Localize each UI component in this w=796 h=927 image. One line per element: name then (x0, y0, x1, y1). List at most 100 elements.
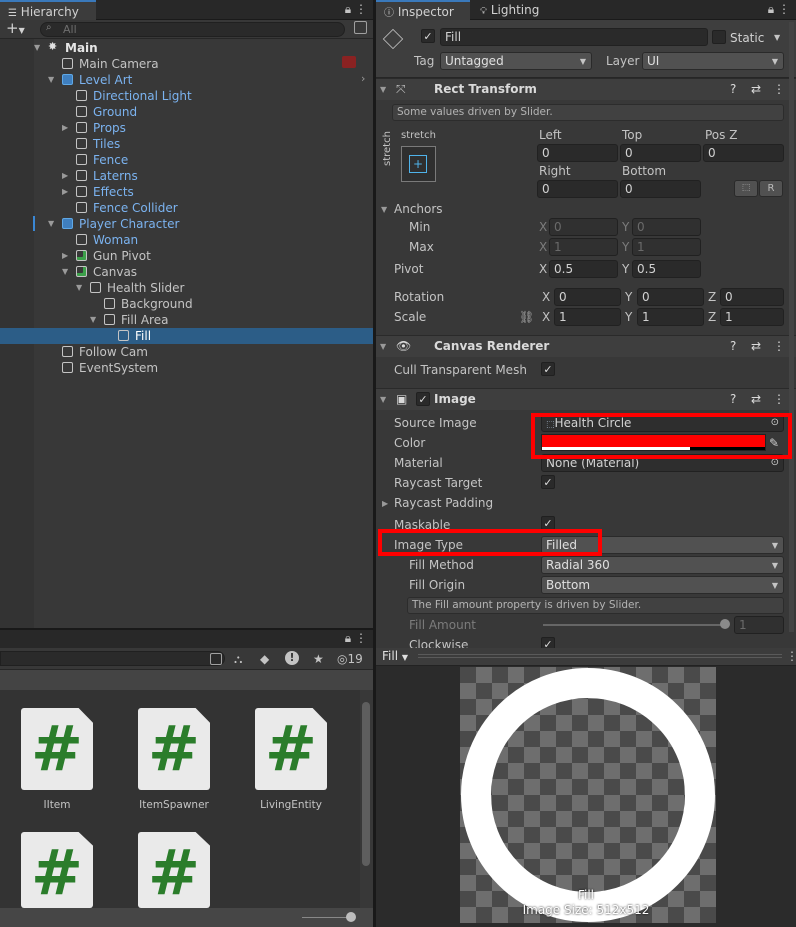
hierarchy-item[interactable]: ▶ Props (0, 120, 373, 136)
hierarchy-item[interactable]: Background (0, 296, 373, 312)
static-dropdown-icon[interactable]: ▼ (774, 30, 780, 46)
scale-y-field[interactable]: 1 (637, 308, 704, 326)
right-field[interactable]: 0 (537, 180, 618, 198)
hierarchy-item[interactable]: ▶ Effects (0, 184, 373, 200)
preview-drag-handle[interactable] (418, 654, 782, 658)
scene-visibility-icon[interactable] (342, 56, 356, 68)
tag-dropdown[interactable]: Untagged (440, 52, 592, 70)
lock-icon[interactable]: 🔒︎ (345, 2, 351, 16)
help-icon[interactable]: ? (730, 336, 736, 357)
hierarchy-item[interactable]: Fence Collider (0, 200, 373, 216)
hierarchy-item[interactable]: Ground (0, 104, 373, 120)
raycast-target-checkbox[interactable]: ✓ (541, 475, 555, 489)
expand-arrow-down-icon[interactable]: ▼ (48, 216, 54, 232)
warning-icon[interactable]: ! (285, 651, 299, 665)
help-icon[interactable]: ? (730, 79, 736, 100)
active-checkbox[interactable]: ✓ (421, 29, 435, 43)
rect-transform-header[interactable]: ▼ ⤧ Rect Transform ? ⇄ ⋮ (376, 78, 796, 100)
inspector-scrollbar[interactable] (789, 22, 794, 632)
raw-edit-button[interactable]: R (759, 180, 783, 197)
expand-arrow-right-icon[interactable]: ▶ (62, 248, 68, 264)
script-asset-icon[interactable]: # (21, 708, 93, 790)
expand-arrow-down-icon[interactable]: ▼ (48, 72, 54, 88)
left-field[interactable]: 0 (537, 144, 618, 162)
object-name-field[interactable]: Fill (440, 28, 708, 46)
scale-z-field[interactable]: 1 (720, 308, 784, 326)
component-menu-icon[interactable]: ⋮ (773, 389, 785, 410)
hierarchy-item[interactable]: Woman (0, 232, 373, 248)
hierarchy-item[interactable]: ▼ Health Slider (0, 280, 373, 296)
hierarchy-item[interactable]: EventSystem (0, 360, 373, 376)
filter-type-icon[interactable]: ⛬ (234, 652, 242, 666)
more-menu-icon[interactable]: ⋮ (786, 649, 796, 663)
presets-icon[interactable]: ⇄ (751, 79, 761, 100)
lock-icon[interactable]: 🔒︎ (345, 631, 351, 645)
hierarchy-item[interactable]: ▼ Fill Area (0, 312, 373, 328)
more-menu-icon[interactable]: ⋮ (355, 631, 367, 645)
script-asset-icon[interactable]: # (255, 708, 327, 790)
expand-arrow-right-icon[interactable]: ▶ (62, 168, 68, 184)
hierarchy-item[interactable]: ▼ Level Art (0, 72, 373, 88)
hidden-visibility-icon[interactable]: ◎19 (337, 652, 363, 666)
preview-object-dropdown[interactable]: Fill ▼ (382, 649, 408, 663)
icon-size-slider-thumb[interactable] (346, 912, 356, 922)
hierarchy-item[interactable]: Tiles (0, 136, 373, 152)
hierarchy-item[interactable]: ▼ Canvas (0, 264, 373, 280)
asset-grid-scrollbar[interactable] (362, 702, 370, 866)
tab-lighting[interactable]: 💡︎ Lighting (472, 0, 562, 20)
hierarchy-item[interactable]: ▼ ✸ Main (0, 40, 373, 56)
hierarchy-item[interactable]: Directional Light (0, 88, 373, 104)
constrain-proportions-icon[interactable]: ⛓ (519, 309, 534, 325)
canvas-renderer-header[interactable]: ▼ 👁︎ Canvas Renderer ? ⇄ ⋮ (376, 335, 796, 357)
top-field[interactable]: 0 (620, 144, 701, 162)
expand-arrow-right-icon[interactable]: ▶ (62, 120, 68, 136)
expand-arrow-down-icon[interactable]: ▼ (90, 312, 96, 328)
script-asset-icon[interactable]: # (21, 832, 93, 908)
lock-icon[interactable]: 🔒︎ (768, 2, 774, 16)
presets-icon[interactable]: ⇄ (751, 336, 761, 357)
script-asset-icon[interactable]: # (138, 708, 210, 790)
pivot-y-field[interactable]: 0.5 (632, 260, 701, 278)
static-checkbox[interactable] (712, 30, 726, 44)
hierarchy-item[interactable]: Fence (0, 152, 373, 168)
hierarchy-item[interactable]: Follow Cam (0, 344, 373, 360)
layer-dropdown[interactable]: UI (642, 52, 784, 70)
rotation-y-field[interactable]: 0 (637, 288, 704, 306)
expand-right-icon[interactable]: › (361, 72, 365, 85)
icon-size-slider[interactable] (302, 917, 352, 918)
more-menu-icon[interactable]: ⋮ (355, 2, 367, 16)
fill-origin-dropdown[interactable]: Bottom (541, 576, 784, 594)
anchors-arrow-icon[interactable]: ▼ (381, 202, 387, 218)
scale-x-field[interactable]: 1 (554, 308, 621, 326)
pivot-x-field[interactable]: 0.5 (549, 260, 618, 278)
expand-arrow-down-icon[interactable]: ▼ (76, 280, 82, 296)
component-menu-icon[interactable]: ⋮ (773, 336, 785, 357)
tab-hierarchy[interactable]: ☰ Hierarchy (0, 0, 96, 20)
component-menu-icon[interactable]: ⋮ (773, 79, 785, 100)
blueprint-mode-button[interactable]: ⬚ (734, 180, 758, 197)
rotation-x-field[interactable]: 0 (554, 288, 621, 306)
more-menu-icon[interactable]: ⋮ (778, 2, 790, 16)
add-button[interactable]: +▼ (6, 20, 25, 39)
label-icon[interactable]: ◆ (260, 652, 269, 666)
maskable-checkbox[interactable]: ✓ (541, 516, 555, 530)
hierarchy-item[interactable]: ▼ Player Character (0, 216, 373, 232)
rotation-z-field[interactable]: 0 (720, 288, 784, 306)
search-filter-icon[interactable] (354, 21, 367, 34)
presets-icon[interactable]: ⇄ (751, 389, 761, 410)
cull-transparent-mesh-checkbox[interactable]: ✓ (541, 362, 555, 376)
expand-arrow-down-icon[interactable]: ▼ (34, 40, 40, 56)
script-asset-icon[interactable]: # (138, 832, 210, 908)
raycast-padding-arrow-icon[interactable]: ▶ (382, 496, 388, 512)
hierarchy-item[interactable]: ▶ Laterns (0, 168, 373, 184)
clockwise-checkbox[interactable]: ✓ (541, 637, 555, 648)
expand-arrow-down-icon[interactable]: ▼ (62, 264, 68, 280)
tab-inspector[interactable]: ⓘ Inspector (376, 0, 470, 20)
search-by-type-icon[interactable] (210, 653, 222, 665)
expand-arrow-right-icon[interactable]: ▶ (62, 184, 68, 200)
project-search-input[interactable] (0, 651, 225, 666)
posz-field[interactable]: 0 (703, 144, 784, 162)
hierarchy-item[interactable]: Main Camera (0, 56, 373, 72)
image-enabled-checkbox[interactable]: ✓ (416, 392, 430, 406)
fill-method-dropdown[interactable]: Radial 360 (541, 556, 784, 574)
